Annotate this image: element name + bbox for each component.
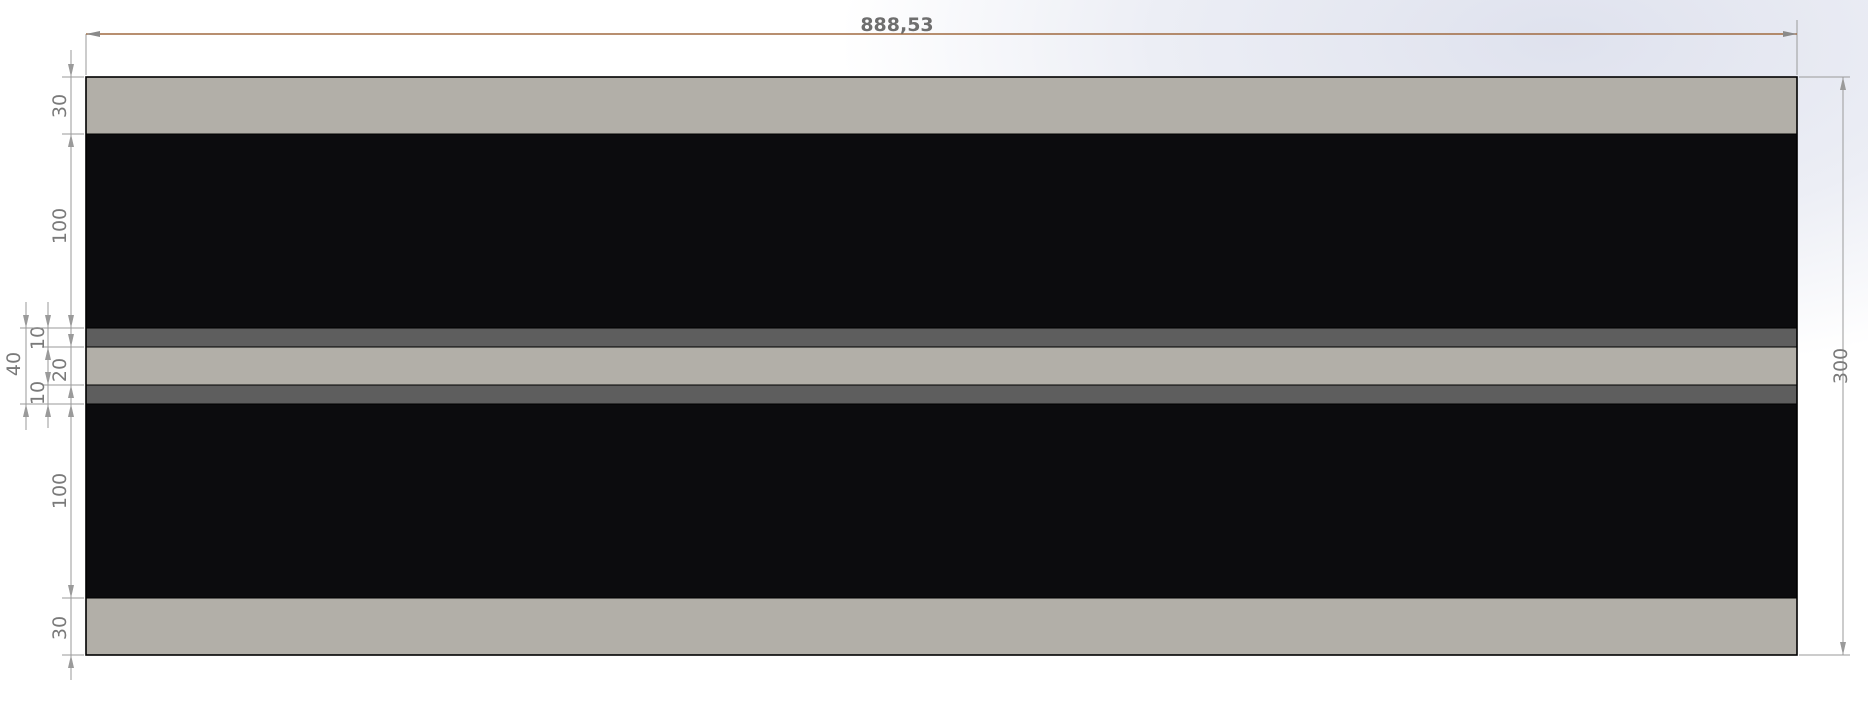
inner-gray-dimension: 10 10: [27, 302, 51, 428]
dim-upper-100: 100: [49, 208, 71, 244]
overall-width-dimension: 888,53: [85, 14, 1798, 75]
dim-top-30: 30: [49, 94, 71, 118]
dim-bottom-30: 30: [49, 616, 71, 640]
cad-drawing: 888,53 300 30 100 20 100 30 10 10 40: [3, 14, 1852, 680]
dim-lower-100: 100: [49, 473, 71, 509]
width-arrow-left: [86, 31, 100, 37]
band-upper-black: [86, 134, 1797, 328]
band-upper-gray: [86, 328, 1797, 347]
band-top-light: [86, 77, 1797, 134]
band-lower-black: [86, 404, 1797, 598]
overall-width-label: 888,53: [860, 14, 933, 36]
overall-height-dimension: 300: [1799, 76, 1852, 656]
overall-height-label: 300: [1830, 348, 1852, 384]
width-arrow-right: [1783, 31, 1797, 37]
dim-center-40: 40: [3, 352, 25, 376]
band-bottom-light: [86, 598, 1797, 655]
center-group-dimension: 40: [3, 302, 42, 430]
dim-center-20: 20: [49, 358, 71, 382]
band-stack: [86, 77, 1797, 655]
band-center-light: [86, 347, 1797, 385]
band-lower-gray: [86, 385, 1797, 404]
dim-lower-gray-10: 10: [27, 381, 49, 405]
dim-upper-gray-10: 10: [27, 326, 49, 350]
